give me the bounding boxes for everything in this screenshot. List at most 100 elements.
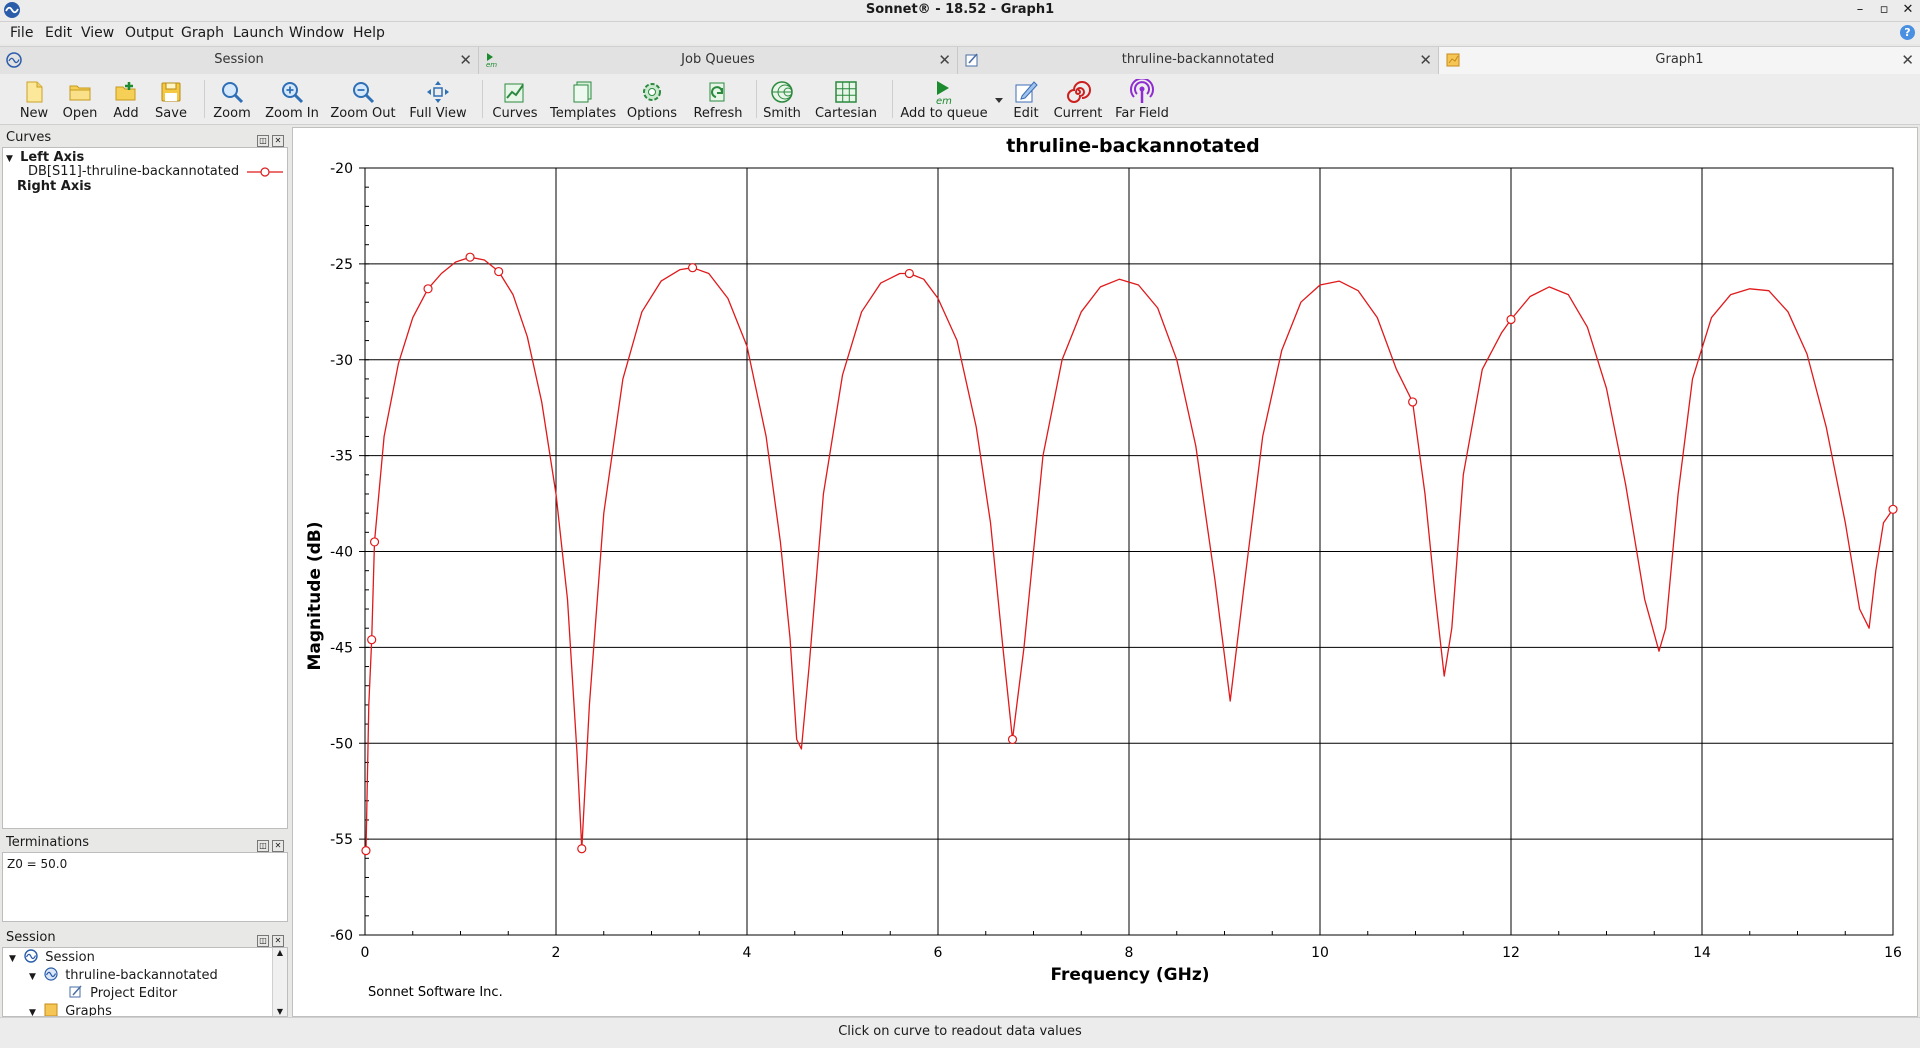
scroll-up-icon[interactable]: ▲ [273, 948, 287, 957]
edit-button[interactable]: Edit [1010, 76, 1042, 122]
curve-legend-swatch-icon [247, 167, 283, 177]
graphs-tree-item[interactable]: ▼ Graphs [29, 1003, 112, 1016]
save-button[interactable]: Save [150, 76, 192, 122]
close-panel-icon[interactable]: ✕ [272, 935, 284, 947]
close-panel-icon[interactable]: ✕ [272, 135, 284, 147]
svg-text:em: em [936, 96, 952, 105]
x-tick-label: 6 [934, 945, 943, 961]
zoom-in-button[interactable]: Zoom In [264, 76, 320, 122]
data-point-marker[interactable] [423, 284, 433, 294]
data-point-marker[interactable] [1888, 504, 1898, 514]
session-icon [24, 949, 38, 963]
menu-view[interactable]: View [81, 25, 114, 41]
edit-icon [1015, 81, 1038, 103]
data-point-marker[interactable] [369, 537, 380, 547]
session-tree-item[interactable]: ▼ Session [9, 949, 95, 965]
add-button[interactable]: Add [106, 76, 146, 122]
full-view-button[interactable]: Full View [408, 76, 468, 122]
minimize-button[interactable]: – [1850, 0, 1870, 20]
zoom-button[interactable]: Zoom [212, 76, 252, 122]
grid-layer [364, 167, 1894, 936]
new-file-icon [26, 81, 43, 103]
y-tick-label: -35 [330, 449, 353, 465]
data-point-marker[interactable] [465, 252, 475, 262]
far-field-button[interactable]: Far Field [1112, 76, 1172, 122]
menu-window[interactable]: Window [289, 25, 344, 41]
menu-graph[interactable]: Graph [181, 25, 224, 41]
data-point-marker[interactable] [904, 268, 914, 279]
close-panel-icon[interactable]: ✕ [272, 840, 284, 852]
close-icon[interactable]: ✕ [1901, 51, 1914, 69]
add-to-queue-button[interactable]: em Add to queue [900, 76, 988, 122]
toolbar-separator [756, 80, 757, 118]
expand-arrow-icon[interactable]: ▼ [29, 972, 36, 982]
close-icon[interactable]: ✕ [938, 51, 951, 69]
x-tick-label: 12 [1502, 945, 1520, 961]
menu-file[interactable]: File [10, 25, 33, 41]
float-panel-icon[interactable]: ◫ [257, 840, 269, 852]
data-point-marker[interactable] [687, 263, 698, 273]
expand-arrow-icon[interactable]: ▼ [29, 1008, 36, 1016]
tree-right-axis[interactable]: Right Axis [17, 179, 91, 194]
current-button[interactable]: Current [1050, 76, 1106, 122]
toolbar-separator [204, 80, 205, 118]
close-icon[interactable]: ✕ [459, 51, 472, 69]
toolbar: New Open Add Save Zoom Zoom In Zoom Out … [0, 74, 1920, 125]
open-button[interactable]: Open [58, 76, 102, 122]
float-panel-icon[interactable]: ◫ [257, 135, 269, 147]
menu-launch[interactable]: Launch [233, 25, 284, 41]
expand-arrow-icon[interactable]: ▼ [9, 954, 16, 964]
data-point-marker[interactable] [1408, 397, 1418, 407]
s-parameter-chart[interactable]: thruline-backannotated 0 2 4 6 8 10 12 14 16 -20 -… [293, 128, 1917, 1016]
curves-button[interactable]: Curves [490, 76, 540, 122]
tab-graph1[interactable]: Graph1 ✕ [1439, 47, 1920, 74]
data-point-marker[interactable] [1007, 734, 1018, 745]
x-tick-label: 16 [1884, 945, 1902, 961]
data-point-marker[interactable] [577, 844, 587, 854]
data-point-marker[interactable] [361, 846, 371, 856]
options-button[interactable]: Options [624, 76, 680, 122]
tab-job-queues[interactable]: em Job Queues ✕ [479, 47, 958, 74]
templates-button[interactable]: Templates [550, 76, 616, 122]
zoom-icon [222, 82, 244, 104]
window-title: Sonnet® - 18.52 - Graph1 [865, 2, 1055, 17]
chevron-down-icon [995, 98, 1003, 103]
menu-help[interactable]: Help [353, 25, 385, 41]
smith-button[interactable]: Smith [760, 76, 804, 122]
data-point-marker[interactable] [1506, 314, 1516, 325]
em-run-icon: em [936, 81, 952, 105]
add-to-queue-dropdown[interactable] [992, 76, 1006, 122]
data-point-marker[interactable] [367, 635, 377, 645]
help-icon[interactable]: ? [1900, 25, 1915, 40]
close-icon[interactable]: ✕ [1419, 51, 1432, 69]
project-tree-item[interactable]: ▼ thruline-backannotated [29, 967, 218, 983]
tab-session[interactable]: Session ✕ [0, 47, 479, 74]
new-button[interactable]: New [14, 76, 54, 122]
menu-output[interactable]: Output [125, 25, 174, 41]
maximize-button[interactable]: ▫ [1874, 0, 1894, 20]
terminations-panel: Z0 = 50.0 [2, 852, 288, 922]
data-point-marker[interactable] [494, 266, 504, 277]
zoom-out-button[interactable]: Zoom Out [330, 76, 396, 122]
refresh-button[interactable]: Refresh [690, 76, 746, 122]
tree-left-axis[interactable]: ▼ Left Axis [6, 150, 84, 165]
float-panel-icon[interactable]: ◫ [257, 935, 269, 947]
expand-arrow-icon[interactable]: ▼ [6, 154, 13, 164]
session-scrollbar[interactable]: ▲ ▼ [272, 948, 287, 1016]
project-icon [44, 967, 58, 981]
menu-edit[interactable]: Edit [45, 25, 72, 41]
project-editor-tree-item[interactable]: Project Editor [69, 985, 177, 1001]
y-tick-label: -20 [330, 161, 353, 177]
x-tick-label: 4 [743, 945, 752, 961]
cartesian-button[interactable]: Cartesian [812, 76, 880, 122]
graph-area[interactable]: thruline-backannotated 0 2 4 6 8 10 12 14 16 -20 -… [292, 127, 1918, 1017]
curve-item[interactable]: DB[S11]-thruline-backannotated [28, 164, 239, 179]
x-tick-label: 10 [1311, 945, 1329, 961]
curves-panel-title: Curves [6, 130, 52, 145]
x-tick-label: 2 [552, 945, 561, 961]
scroll-down-icon[interactable]: ▼ [273, 1007, 287, 1016]
templates-icon [573, 81, 592, 103]
tab-graph1-label: Graph1 [1655, 52, 1704, 67]
close-window-button[interactable]: ✕ [1898, 0, 1918, 20]
tab-thruline-backannotated[interactable]: thruline-backannotated ✕ [958, 47, 1439, 74]
